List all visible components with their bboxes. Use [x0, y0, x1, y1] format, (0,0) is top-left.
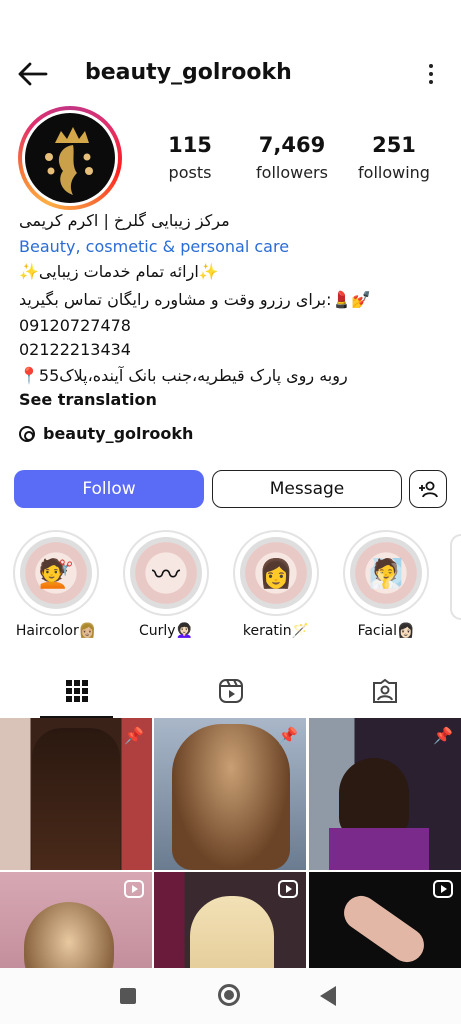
highlight-facial[interactable]: 🧖 Facial👩🏻	[340, 530, 432, 639]
reel-icon	[124, 880, 144, 898]
tagged-person-icon	[372, 678, 397, 703]
highlight-icon: 💇	[20, 537, 92, 609]
pin-icon: 📌	[124, 726, 144, 745]
stat-following[interactable]: 251 following	[355, 133, 433, 182]
highlight-icon: 🧖	[350, 537, 422, 609]
bio-phone-1[interactable]: 09120727478	[19, 316, 449, 335]
profile-category: Beauty, cosmetic & personal care	[19, 237, 290, 256]
reel-icon	[278, 880, 298, 898]
follow-button[interactable]: Follow	[14, 470, 204, 508]
add-person-button[interactable]	[409, 470, 447, 508]
logo-crown-woman-icon	[25, 113, 115, 203]
highlight-icon: 👩	[240, 537, 312, 609]
bio-phone-2[interactable]: 02122213434	[19, 340, 449, 359]
highlight-partial[interactable]	[450, 534, 461, 620]
back-arrow-icon[interactable]	[14, 60, 50, 88]
tab-grid[interactable]	[0, 664, 153, 718]
highlight-icon: 〰	[130, 537, 202, 609]
highlight-curly[interactable]: 〰 Curly👩🏻‍🦱	[120, 530, 212, 639]
profile-username: beauty_golrookh	[85, 60, 292, 85]
threads-icon	[19, 425, 35, 442]
profile-tabs	[0, 664, 461, 718]
bio-line-1: ✨ارائه تمام خدمات زیبایی✨	[19, 262, 219, 281]
threads-link[interactable]: beauty_golrookh	[19, 424, 193, 443]
reels-icon	[218, 679, 243, 703]
profile-header: beauty_golrookh	[0, 50, 461, 98]
system-nav-bar	[0, 968, 461, 1024]
pin-icon: 📌	[433, 726, 453, 745]
highlight-haircolor[interactable]: 💇 Haircolor👩🏼	[10, 530, 102, 639]
more-options-icon[interactable]	[427, 62, 435, 86]
post-thumbnail[interactable]: 📌	[309, 718, 461, 870]
profile-name: مرکز زیبایی گلرخ | اکرم کریمی	[19, 211, 230, 230]
add-person-icon	[419, 481, 438, 498]
recents-icon[interactable]	[120, 988, 136, 1004]
message-button[interactable]: Message	[212, 470, 402, 508]
post-thumbnail[interactable]: 📌	[0, 718, 152, 870]
bio-address: روبه روی پارک قیطریه،جنب بانک آینده،پلاک…	[19, 366, 348, 385]
tab-reels[interactable]	[154, 664, 307, 718]
stat-followers[interactable]: 7,469 followers	[252, 133, 332, 182]
highlight-keratin[interactable]: 👩 keratin🪄	[230, 530, 322, 639]
see-translation-link[interactable]: See translation	[19, 390, 449, 409]
home-icon[interactable]	[218, 984, 240, 1006]
pin-icon: 📌	[278, 726, 298, 745]
grid-icon	[65, 680, 88, 702]
reel-icon	[433, 880, 453, 898]
bio-line-2: 💅💄:برای رزرو وقت و مشاوره رایگان تماس بگ…	[19, 290, 372, 309]
post-thumbnail[interactable]: 📌	[154, 718, 306, 870]
stat-posts[interactable]: 115 posts	[162, 133, 218, 182]
profile-avatar[interactable]	[18, 106, 122, 210]
tab-tagged[interactable]	[308, 664, 461, 718]
back-triangle-icon[interactable]	[320, 986, 336, 1006]
